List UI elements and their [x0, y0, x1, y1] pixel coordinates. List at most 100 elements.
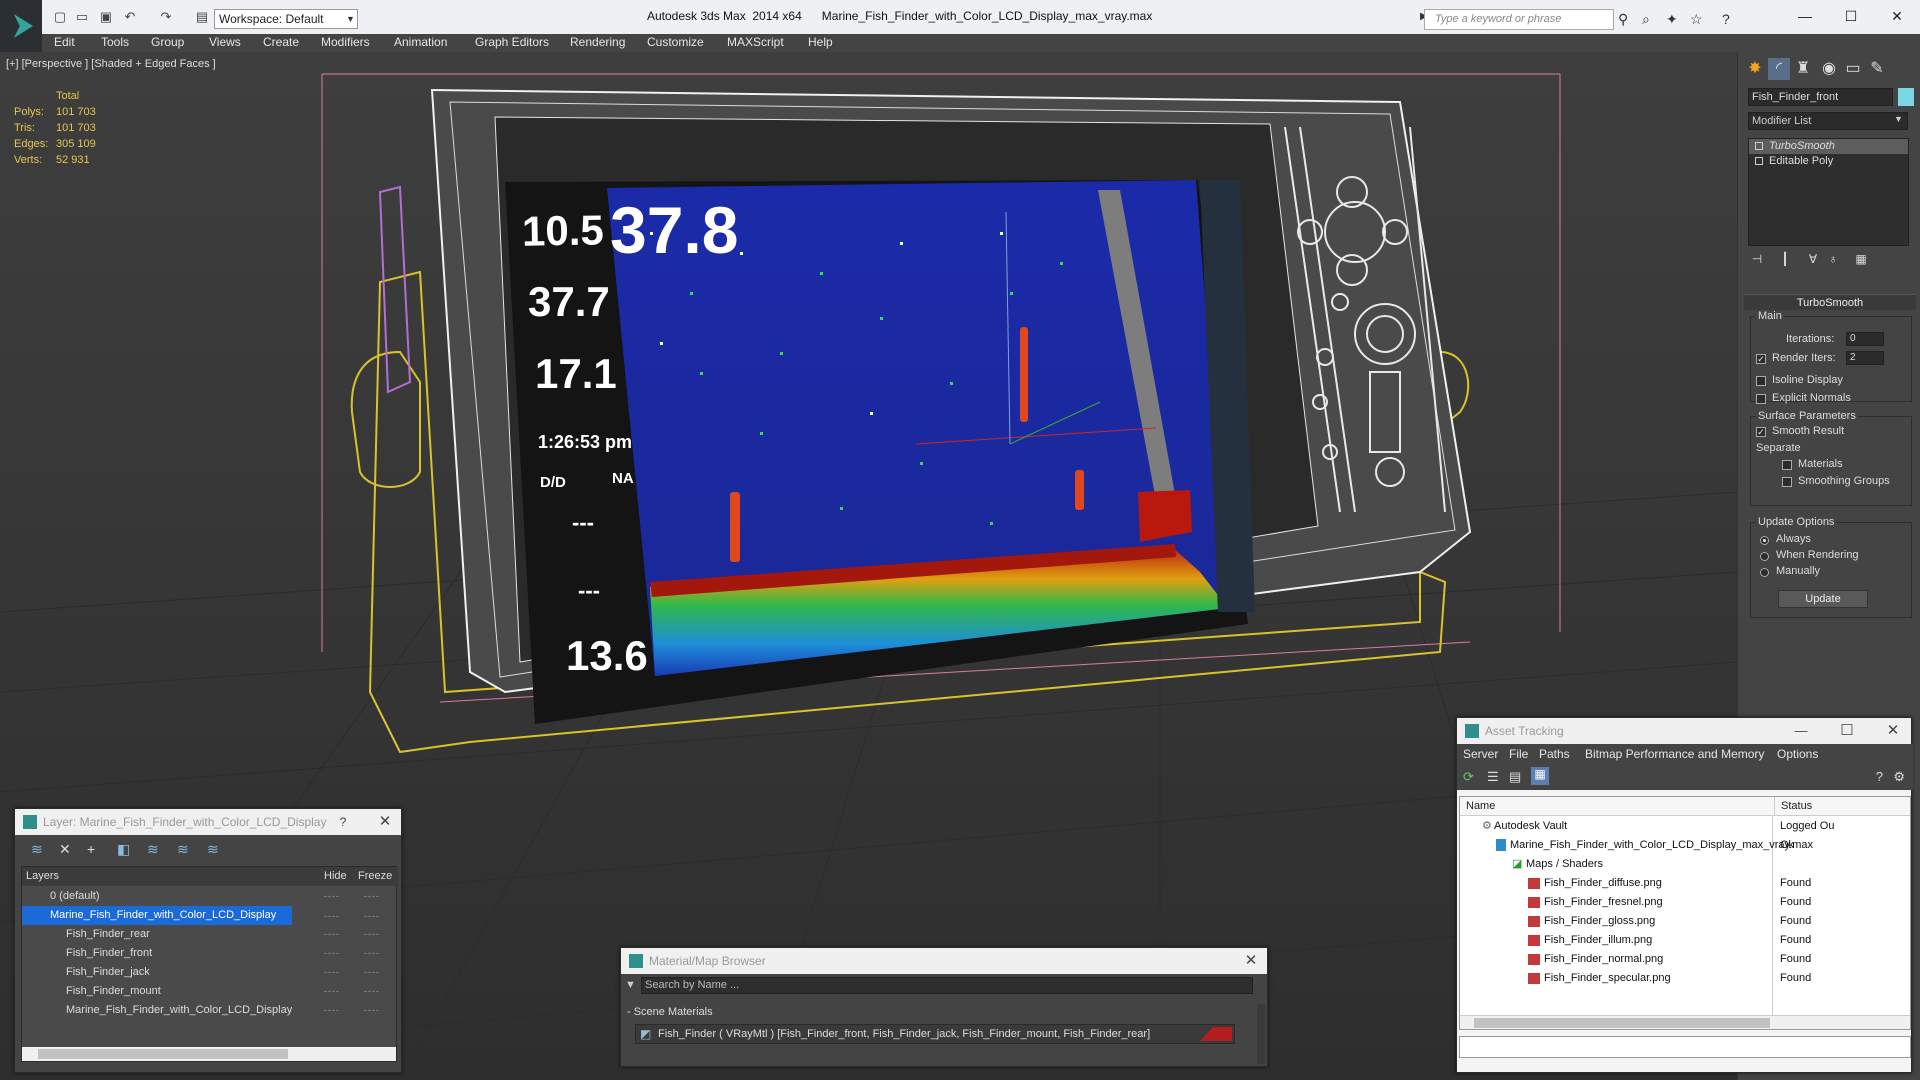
- object-name-field[interactable]: Fish_Finder_front: [1748, 88, 1893, 106]
- object-row[interactable]: Marine_Fish_Finder_with_Color_LCD_Displa…: [22, 1001, 398, 1020]
- refresh-icon[interactable]: ⟳: [1463, 769, 1474, 785]
- maximize-icon[interactable]: ☐: [1836, 5, 1866, 27]
- horizontal-scrollbar[interactable]: [1460, 1015, 1910, 1029]
- help-icon[interactable]: ?: [1722, 11, 1730, 27]
- always-radio[interactable]: [1760, 536, 1769, 545]
- maximize-icon[interactable]: ☐: [1833, 718, 1861, 744]
- hide-toggle[interactable]: ----: [324, 944, 340, 963]
- open-file-icon[interactable]: ▭: [74, 9, 90, 25]
- menu-maxscript[interactable]: MAXScript: [727, 35, 784, 49]
- favorites-icon[interactable]: ☆: [1690, 11, 1703, 28]
- menu-rendering[interactable]: Rendering: [570, 35, 625, 49]
- menu-customize[interactable]: Customize: [647, 35, 704, 49]
- freeze-toggle[interactable]: ----: [364, 944, 380, 963]
- expand-icon[interactable]: [1755, 157, 1763, 165]
- vertical-scrollbar[interactable]: [1257, 1004, 1265, 1064]
- create-tab-icon[interactable]: ✸: [1744, 58, 1766, 80]
- hide-toggle[interactable]: ----: [324, 982, 340, 1001]
- list-view-icon[interactable]: ☰: [1487, 769, 1499, 785]
- menu-options[interactable]: Options: [1777, 747, 1818, 761]
- col-name[interactable]: Name: [1466, 797, 1495, 816]
- search-icon[interactable]: ⌕: [1642, 11, 1650, 28]
- freeze-toggle[interactable]: ----: [364, 925, 380, 944]
- menu-paths[interactable]: Paths: [1539, 747, 1570, 761]
- table-view-icon[interactable]: ▦: [1531, 767, 1549, 785]
- asset-row[interactable]: Fish_Finder_diffuse.png Found: [1460, 874, 1910, 893]
- hide-toggle[interactable]: ----: [324, 1001, 340, 1020]
- asset-row[interactable]: Fish_Finder_illum.png Found: [1460, 931, 1910, 950]
- menu-group[interactable]: Group: [151, 35, 184, 49]
- smooth-result-checkbox[interactable]: ✓: [1756, 427, 1766, 437]
- help-icon[interactable]: ?: [329, 809, 357, 835]
- render-iters-spinner[interactable]: 2: [1846, 351, 1884, 365]
- settings-icon[interactable]: ⚙: [1893, 769, 1905, 785]
- asset-row[interactable]: Marine_Fish_Finder_with_Color_LCD_Displa…: [1460, 836, 1910, 855]
- material-item[interactable]: ◩ Fish_Finder ( VRayMtl ) [Fish_Finder_f…: [635, 1024, 1235, 1044]
- hierarchy-tab-icon[interactable]: ♜: [1792, 58, 1814, 80]
- close-icon[interactable]: ✕: [371, 809, 399, 835]
- show-end-result-icon[interactable]: ┃: [1776, 252, 1794, 270]
- iterations-spinner[interactable]: 0: [1846, 332, 1884, 346]
- set-current-icon[interactable]: ≋: [177, 841, 189, 858]
- select-layer-icon[interactable]: ≋: [147, 841, 159, 858]
- col-layers[interactable]: Layers: [26, 867, 59, 886]
- object-row[interactable]: Fish_Finder_front ---- ----: [22, 944, 398, 963]
- hide-all-icon[interactable]: ≋: [207, 841, 219, 858]
- horizontal-scrollbar[interactable]: [22, 1047, 396, 1061]
- isoline-checkbox[interactable]: [1756, 376, 1766, 386]
- menu-file[interactable]: File: [1509, 747, 1528, 761]
- asset-row[interactable]: Fish_Finder_specular.png Found: [1460, 969, 1910, 988]
- search-input[interactable]: Type a keyword or phrase: [1424, 9, 1614, 30]
- select-objects-icon[interactable]: ◧: [117, 841, 130, 858]
- layer-row-selected[interactable]: Marine_Fish_Finder_with_Color_LCD_Displa…: [22, 906, 292, 925]
- detail-view-icon[interactable]: ▤: [1509, 769, 1521, 785]
- object-color-swatch[interactable]: [1898, 88, 1914, 106]
- hide-toggle[interactable]: ----: [324, 925, 340, 944]
- menu-animation[interactable]: Animation: [394, 35, 447, 49]
- menu-graph-editors[interactable]: Graph Editors: [475, 35, 549, 49]
- hide-toggle[interactable]: ----: [324, 963, 340, 982]
- delete-layer-icon[interactable]: ✕: [59, 841, 71, 858]
- viewport-label[interactable]: [+] [Perspective ] [Shaded + Edged Faces…: [6, 58, 216, 70]
- freeze-toggle[interactable]: ----: [364, 1001, 380, 1020]
- smoothing-groups-checkbox[interactable]: [1782, 477, 1792, 487]
- layer-manager-icon[interactable]: ≋: [31, 841, 43, 858]
- configure-sets-icon[interactable]: ▦: [1852, 252, 1870, 270]
- when-rendering-radio[interactable]: [1760, 552, 1769, 561]
- add-layer-icon[interactable]: +: [87, 841, 95, 857]
- menu-views[interactable]: Views: [209, 35, 241, 49]
- utilities-tab-icon[interactable]: ✎: [1866, 58, 1888, 80]
- layer-row[interactable]: 0 (default) ---- ----: [22, 887, 398, 906]
- redo-icon[interactable]: ↷: [158, 9, 174, 25]
- hide-toggle[interactable]: ----: [324, 911, 340, 921]
- turbosmooth-rollout-header[interactable]: TurboSmooth: [1744, 294, 1916, 310]
- asset-row[interactable]: ⚙ Autodesk Vault Logged Ou: [1460, 817, 1910, 836]
- stack-item-turbosmooth[interactable]: TurboSmooth: [1749, 139, 1908, 154]
- asset-row[interactable]: ◪ Maps / Shaders: [1460, 855, 1910, 874]
- close-icon[interactable]: ✕: [1879, 718, 1907, 744]
- scene-materials-header[interactable]: - Scene Materials: [627, 1004, 1249, 1020]
- help-icon[interactable]: ?: [1876, 769, 1883, 784]
- freeze-toggle[interactable]: ----: [364, 911, 380, 921]
- col-status[interactable]: Status: [1774, 797, 1812, 816]
- freeze-toggle[interactable]: ----: [364, 887, 380, 906]
- asset-path-field[interactable]: [1459, 1036, 1911, 1058]
- menu-bitmap-performance[interactable]: Bitmap Performance and Memory: [1585, 747, 1764, 761]
- minimize-icon[interactable]: —: [1787, 718, 1815, 744]
- menu-create[interactable]: Create: [263, 35, 299, 49]
- search-input[interactable]: Search by Name ...: [641, 977, 1253, 994]
- object-row[interactable]: Fish_Finder_mount ---- ----: [22, 982, 398, 1001]
- motion-tab-icon[interactable]: ◉: [1818, 58, 1840, 80]
- freeze-toggle[interactable]: ----: [364, 982, 380, 1001]
- col-freeze[interactable]: Freeze: [358, 867, 392, 886]
- materials-checkbox[interactable]: [1782, 460, 1792, 470]
- menu-help[interactable]: Help: [808, 35, 833, 49]
- asset-row[interactable]: Fish_Finder_normal.png Found: [1460, 950, 1910, 969]
- hide-toggle[interactable]: ----: [324, 887, 340, 906]
- close-icon[interactable]: ✕: [1882, 5, 1912, 27]
- render-iters-checkbox[interactable]: ✓: [1756, 354, 1766, 364]
- binoculars-icon[interactable]: ⚲: [1618, 11, 1628, 28]
- save-icon[interactable]: ▣: [98, 9, 114, 25]
- chevron-down-icon[interactable]: ▼: [1894, 114, 1903, 124]
- chevron-down-icon[interactable]: ▼: [346, 10, 358, 28]
